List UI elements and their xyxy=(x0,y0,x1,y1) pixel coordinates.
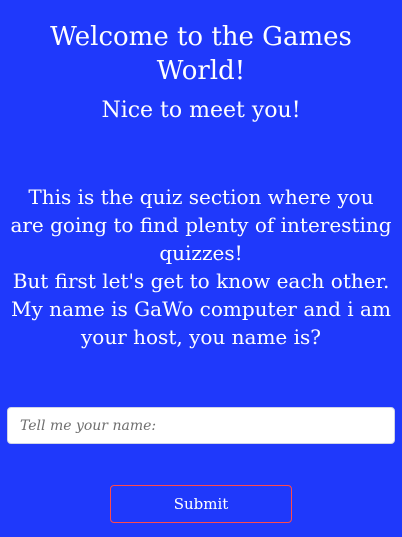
intro-line-quiz-section: This is the quiz section where you are g… xyxy=(10,185,392,265)
intro-text: This is the quiz section where you are g… xyxy=(0,183,402,351)
page-title: Welcome to the Games World! xyxy=(50,22,352,86)
intro-line-host: My name is GaWo computer and i am your h… xyxy=(11,297,391,349)
name-input[interactable] xyxy=(7,407,395,444)
submit-button[interactable]: Submit xyxy=(110,485,292,523)
intro-line-get-to-know: But first let's get to know each other. xyxy=(12,269,390,293)
quiz-welcome-page: Welcome to the Games World! Nice to meet… xyxy=(0,0,402,537)
page-subtitle: Nice to meet you! xyxy=(101,98,301,123)
